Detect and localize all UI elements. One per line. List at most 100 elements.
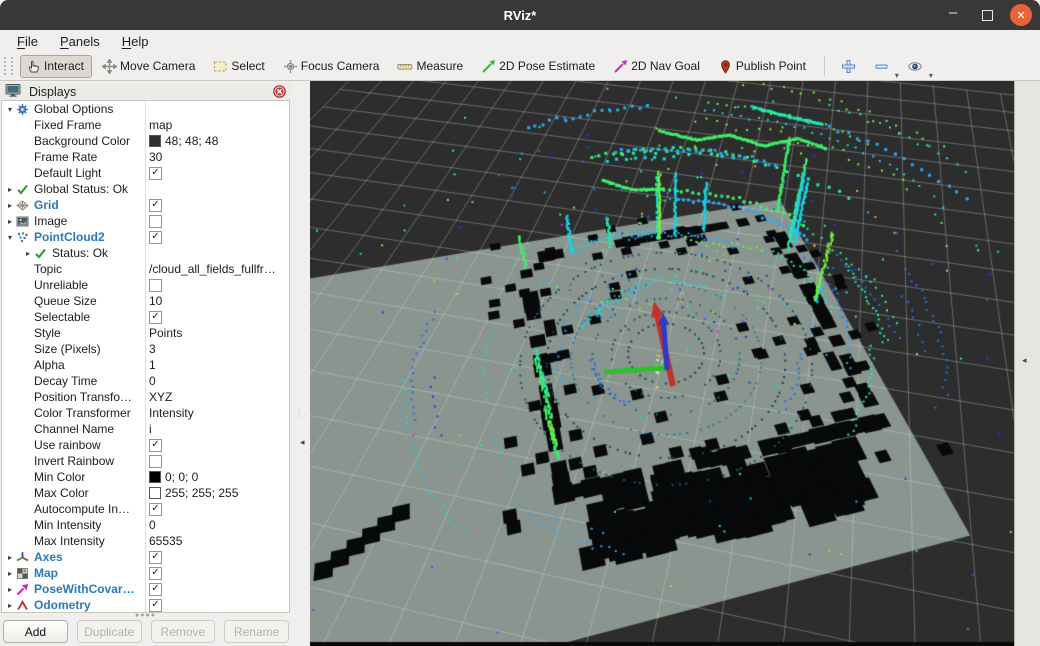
expand-arrow-right-icon[interactable]: ▸ bbox=[4, 217, 16, 226]
splitter-collapse-handle[interactable]: ◂ bbox=[300, 437, 305, 448]
row-value[interactable] bbox=[149, 453, 162, 469]
render-canvas[interactable] bbox=[310, 81, 1014, 646]
checkbox-checked[interactable]: ✓ bbox=[149, 311, 162, 324]
tool-button-select[interactable]: Select bbox=[207, 55, 272, 78]
row-value[interactable]: ✓ bbox=[149, 581, 162, 597]
tree-row-min-intensity[interactable]: Min Intensity0 bbox=[2, 517, 289, 533]
checkbox-checked[interactable]: ✓ bbox=[149, 567, 162, 580]
checkbox-checked[interactable]: ✓ bbox=[149, 167, 162, 180]
tool-button-move-camera[interactable]: Move Camera bbox=[96, 55, 203, 78]
expand-arrow-right-icon[interactable]: ▸ bbox=[4, 585, 16, 594]
row-value[interactable] bbox=[149, 277, 162, 293]
row-value[interactable]: ✓ bbox=[149, 165, 162, 181]
toolbar-drag-handle[interactable] bbox=[4, 57, 13, 75]
tool-button-2d-nav-goal[interactable]: 2D Nav Goal bbox=[607, 55, 708, 78]
row-value[interactable]: 0 bbox=[149, 373, 156, 389]
tree-row-size-pixels[interactable]: Size (Pixels)3 bbox=[2, 341, 289, 357]
row-value[interactable]: Points bbox=[149, 325, 182, 341]
row-value[interactable]: 0 bbox=[149, 517, 156, 533]
tool-button-interact[interactable]: Interact bbox=[20, 55, 92, 78]
row-value[interactable]: ✓ bbox=[149, 501, 162, 517]
panel-close-button[interactable] bbox=[273, 85, 286, 98]
menu-item-file[interactable]: File bbox=[6, 32, 49, 51]
row-value[interactable] bbox=[149, 213, 162, 229]
row-value[interactable]: Intensity bbox=[149, 405, 194, 421]
checkbox-unchecked[interactable] bbox=[149, 279, 162, 292]
expand-arrow-right-icon[interactable]: ▸ bbox=[4, 201, 16, 210]
expand-arrow-down-icon[interactable]: ▾ bbox=[4, 105, 16, 114]
tree-row-grid[interactable]: ▸Grid✓ bbox=[2, 197, 289, 213]
expand-arrow-right-icon[interactable]: ▸ bbox=[4, 601, 16, 610]
row-value[interactable]: i bbox=[149, 421, 152, 437]
tool-button-focus-camera[interactable]: Focus Camera bbox=[277, 55, 388, 78]
expand-arrow-right-icon[interactable]: ▸ bbox=[4, 553, 16, 562]
tree-row-unreliable[interactable]: Unreliable bbox=[2, 277, 289, 293]
row-value[interactable]: map bbox=[149, 117, 172, 133]
checkbox-unchecked[interactable] bbox=[149, 455, 162, 468]
expand-arrow-down-icon[interactable]: ▾ bbox=[4, 233, 16, 242]
checkbox-checked[interactable]: ✓ bbox=[149, 503, 162, 516]
row-value[interactable]: ✓ bbox=[149, 597, 162, 613]
tree-row-background-color[interactable]: Background Color48; 48; 48 bbox=[2, 133, 289, 149]
row-value[interactable]: ✓ bbox=[149, 437, 162, 453]
row-value[interactable]: ✓ bbox=[149, 309, 162, 325]
row-value[interactable]: 30 bbox=[149, 149, 162, 165]
checkbox-checked[interactable]: ✓ bbox=[149, 199, 162, 212]
expand-arrow-right-icon[interactable]: ▸ bbox=[4, 185, 16, 194]
tree-row-alpha[interactable]: Alpha1 bbox=[2, 357, 289, 373]
tree-row-channel-name[interactable]: Channel Namei bbox=[2, 421, 289, 437]
tool-button-2d-pose-estimate[interactable]: 2D Pose Estimate bbox=[475, 55, 603, 78]
tree-row-odometry[interactable]: ▸Odometry✓ bbox=[2, 597, 289, 613]
tree-row-pointcloud2[interactable]: ▾PointCloud2✓ bbox=[2, 229, 289, 245]
checkbox-checked[interactable]: ✓ bbox=[149, 439, 162, 452]
tree-row-frame-rate[interactable]: Frame Rate30 bbox=[2, 149, 289, 165]
row-value[interactable]: 255; 255; 255 bbox=[149, 485, 238, 501]
close-button[interactable]: ✕ bbox=[1010, 4, 1032, 26]
maximize-button[interactable] bbox=[976, 4, 998, 26]
tree-row-status-ok[interactable]: ▸Status: Ok bbox=[2, 245, 289, 261]
tool-button-measure[interactable]: Measure bbox=[391, 55, 471, 78]
tree-row-use-rainbow[interactable]: Use rainbow✓ bbox=[2, 437, 289, 453]
tree-row-fixed-frame[interactable]: Fixed Framemap bbox=[2, 117, 289, 133]
checkbox-unchecked[interactable] bbox=[149, 215, 162, 228]
row-value[interactable]: 48; 48; 48 bbox=[149, 133, 218, 149]
right-splitter[interactable]: ◂ bbox=[1014, 81, 1040, 646]
panel-splitter[interactable]: ⋮ ◂ bbox=[291, 81, 310, 646]
tree-row-max-intensity[interactable]: Max Intensity65535 bbox=[2, 533, 289, 549]
tree-row-invert-rainbow[interactable]: Invert Rainbow bbox=[2, 453, 289, 469]
row-value[interactable]: 10 bbox=[149, 293, 162, 309]
row-value[interactable]: XYZ bbox=[149, 389, 172, 405]
tree-row-min-color[interactable]: Min Color0; 0; 0 bbox=[2, 469, 289, 485]
row-value[interactable]: ✓ bbox=[149, 229, 162, 245]
row-value[interactable]: 1 bbox=[149, 357, 156, 373]
tree-row-color-transformer[interactable]: Color TransformerIntensity bbox=[2, 405, 289, 421]
checkbox-checked[interactable]: ✓ bbox=[149, 231, 162, 244]
right-collapse-handle[interactable]: ◂ bbox=[1022, 355, 1027, 366]
tree-row-selectable[interactable]: Selectable✓ bbox=[2, 309, 289, 325]
tree-row-axes[interactable]: ▸Axes✓ bbox=[2, 549, 289, 565]
row-value[interactable]: ✓ bbox=[149, 197, 162, 213]
tool-button-zoom-in[interactable] bbox=[835, 55, 864, 78]
tree-row-map[interactable]: ▸Map✓ bbox=[2, 565, 289, 581]
checkbox-checked[interactable]: ✓ bbox=[149, 599, 162, 612]
row-value[interactable]: 65535 bbox=[149, 533, 182, 549]
checkbox-checked[interactable]: ✓ bbox=[149, 551, 162, 564]
tree-row-style[interactable]: StylePoints bbox=[2, 325, 289, 341]
row-value[interactable]: 3 bbox=[149, 341, 156, 357]
tree-row-posewithcovar[interactable]: ▸PoseWithCovar…✓ bbox=[2, 581, 289, 597]
tree-row-max-color[interactable]: Max Color255; 255; 255 bbox=[2, 485, 289, 501]
tool-button-publish-point[interactable]: Publish Point bbox=[712, 55, 814, 78]
tool-button-zoom-out[interactable]: ▾ bbox=[868, 55, 897, 78]
row-value[interactable]: /cloud_all_fields_fullfr… bbox=[149, 261, 276, 277]
row-value[interactable]: 0; 0; 0 bbox=[149, 469, 198, 485]
checkbox-checked[interactable]: ✓ bbox=[149, 583, 162, 596]
add-button[interactable]: Add bbox=[3, 620, 68, 643]
expand-arrow-right-icon[interactable]: ▸ bbox=[22, 249, 34, 258]
minimize-button[interactable]: – bbox=[942, 1, 964, 29]
tree-row-position-transfo[interactable]: Position Transfo…XYZ bbox=[2, 389, 289, 405]
menu-item-help[interactable]: Help bbox=[111, 32, 160, 51]
expand-arrow-right-icon[interactable]: ▸ bbox=[4, 569, 16, 578]
row-value[interactable]: ✓ bbox=[149, 549, 162, 565]
tree-row-default-light[interactable]: Default Light✓ bbox=[2, 165, 289, 181]
tree-row-decay-time[interactable]: Decay Time0 bbox=[2, 373, 289, 389]
